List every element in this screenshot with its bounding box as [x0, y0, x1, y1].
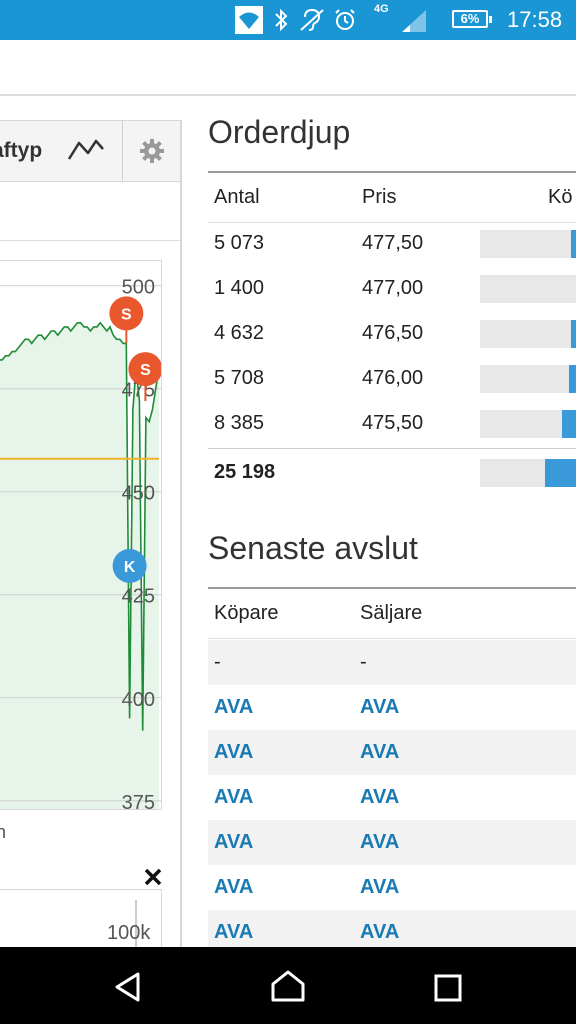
trade-seller[interactable]: AVA	[360, 741, 399, 764]
orderbook-volume-bar-fill	[569, 365, 576, 393]
orderbook-antal: 8 385	[214, 412, 265, 434]
line-chart-icon[interactable]	[66, 135, 106, 165]
signal-icon	[402, 10, 426, 32]
alarm-icon	[335, 9, 355, 30]
orderbook-antal: 4 632	[214, 322, 265, 344]
orderbook-total-bar	[480, 459, 576, 487]
column-header-pris: Pris	[362, 186, 397, 208]
hearing-aid-icon	[300, 8, 324, 31]
trade-seller[interactable]: AVA	[360, 786, 399, 809]
back-icon[interactable]	[112, 971, 144, 1003]
bluetooth-icon	[275, 8, 288, 32]
chart-type-label[interactable]: aftyp	[0, 139, 42, 163]
orderbook-volume-bar-fill	[561, 410, 576, 438]
trade-buyer[interactable]: AVA	[214, 921, 253, 944]
orderbook-pris: 477,50	[362, 232, 424, 254]
orderbook-total: 25 198	[214, 461, 276, 483]
orderbook-antal: 5 073	[214, 232, 265, 254]
divider	[208, 171, 576, 173]
trade-row: AVA AVA	[208, 865, 576, 910]
app-header	[0, 40, 576, 96]
column-header-antal: Antal	[214, 186, 260, 208]
status-bar: 4G 6% 17:58	[0, 0, 576, 40]
divider	[208, 222, 576, 223]
trade-marker-label: S	[121, 306, 132, 323]
divider	[208, 448, 576, 449]
y-tick-label: 400	[122, 689, 155, 711]
trades-title: Senaste avslut	[208, 530, 418, 566]
orderbook-volume-bar	[480, 320, 576, 348]
orderbook-pris: 477,00	[362, 277, 424, 299]
chart-footer-text: n	[0, 822, 7, 842]
trade-seller: -	[360, 651, 367, 673]
column-header-ko: Kö	[548, 186, 573, 208]
trade-marker-label: K	[124, 559, 136, 576]
trade-buyer: -	[214, 651, 221, 673]
trade-row: --	[208, 640, 576, 685]
orderbook-pris: 476,50	[362, 322, 424, 344]
trade-row: AVA AVA	[208, 820, 576, 865]
orderbook-volume-bar-fill	[571, 230, 576, 258]
trade-buyer[interactable]: AVA	[214, 786, 253, 809]
clock: 17:58	[507, 7, 563, 32]
orderbook-volume-bar	[480, 230, 576, 258]
settings-button[interactable]	[123, 121, 180, 181]
chart-widget: aftyp 500475450425400375SSK	[0, 120, 182, 960]
navigation-bar	[0, 947, 576, 1024]
trade-buyer[interactable]: AVA	[214, 741, 253, 764]
recents-icon[interactable]	[434, 974, 462, 1002]
y-tick-label: 450	[122, 483, 155, 505]
trade-buyer[interactable]: AVA	[214, 876, 253, 899]
trade-buyer[interactable]: AVA	[214, 696, 253, 719]
chart-toolbar: aftyp	[0, 120, 180, 182]
column-header-saljare: Säljare	[360, 602, 423, 624]
orderbook-title: Orderdjup	[208, 114, 351, 150]
orderbook-volume-bar	[480, 365, 576, 393]
trade-seller[interactable]: AVA	[360, 696, 399, 719]
wifi-icon	[235, 6, 263, 34]
divider	[208, 638, 576, 639]
orderbook-volume-bar	[480, 275, 576, 303]
volume-axis-label: 100k	[107, 922, 151, 944]
orderbook-total-bar-fill	[545, 459, 576, 487]
y-tick-label: 425	[122, 586, 155, 608]
divider	[208, 587, 576, 589]
orderbook-pris: 476,00	[362, 367, 424, 389]
orderbook-volume-bar	[480, 410, 576, 438]
price-chart[interactable]: 500 475 450 425 400 375 S S K	[0, 260, 162, 810]
column-header-kopare: Köpare	[214, 602, 279, 624]
battery-icon: 6%	[452, 10, 492, 28]
home-icon[interactable]	[270, 969, 306, 1003]
price-chart-svg: 500475450425400375SSK	[0, 277, 161, 809]
battery-level: 6%	[460, 11, 480, 26]
chart-filter-row	[0, 180, 180, 280]
trade-row: AVA AVA	[208, 730, 576, 775]
trade-seller[interactable]: AVA	[360, 831, 399, 854]
y-tick-label: 375	[122, 792, 155, 809]
gear-icon	[140, 139, 164, 163]
trade-seller[interactable]: AVA	[360, 921, 399, 944]
trade-seller[interactable]: AVA	[360, 876, 399, 899]
orderbook-antal: 5 708	[214, 367, 265, 389]
orderbook-pris: 475,50	[362, 412, 424, 434]
orderbook-volume-bar-fill	[571, 320, 576, 348]
trade-marker-label: S	[140, 362, 151, 379]
trade-row: AVA AVA	[208, 685, 576, 730]
orderbook-antal: 1 400	[214, 277, 265, 299]
y-tick-label: 500	[122, 277, 155, 299]
trade-buyer[interactable]: AVA	[214, 831, 253, 854]
close-icon[interactable]	[142, 866, 164, 888]
trade-row: AVA AVA	[208, 775, 576, 820]
network-type: 4G	[374, 3, 389, 15]
